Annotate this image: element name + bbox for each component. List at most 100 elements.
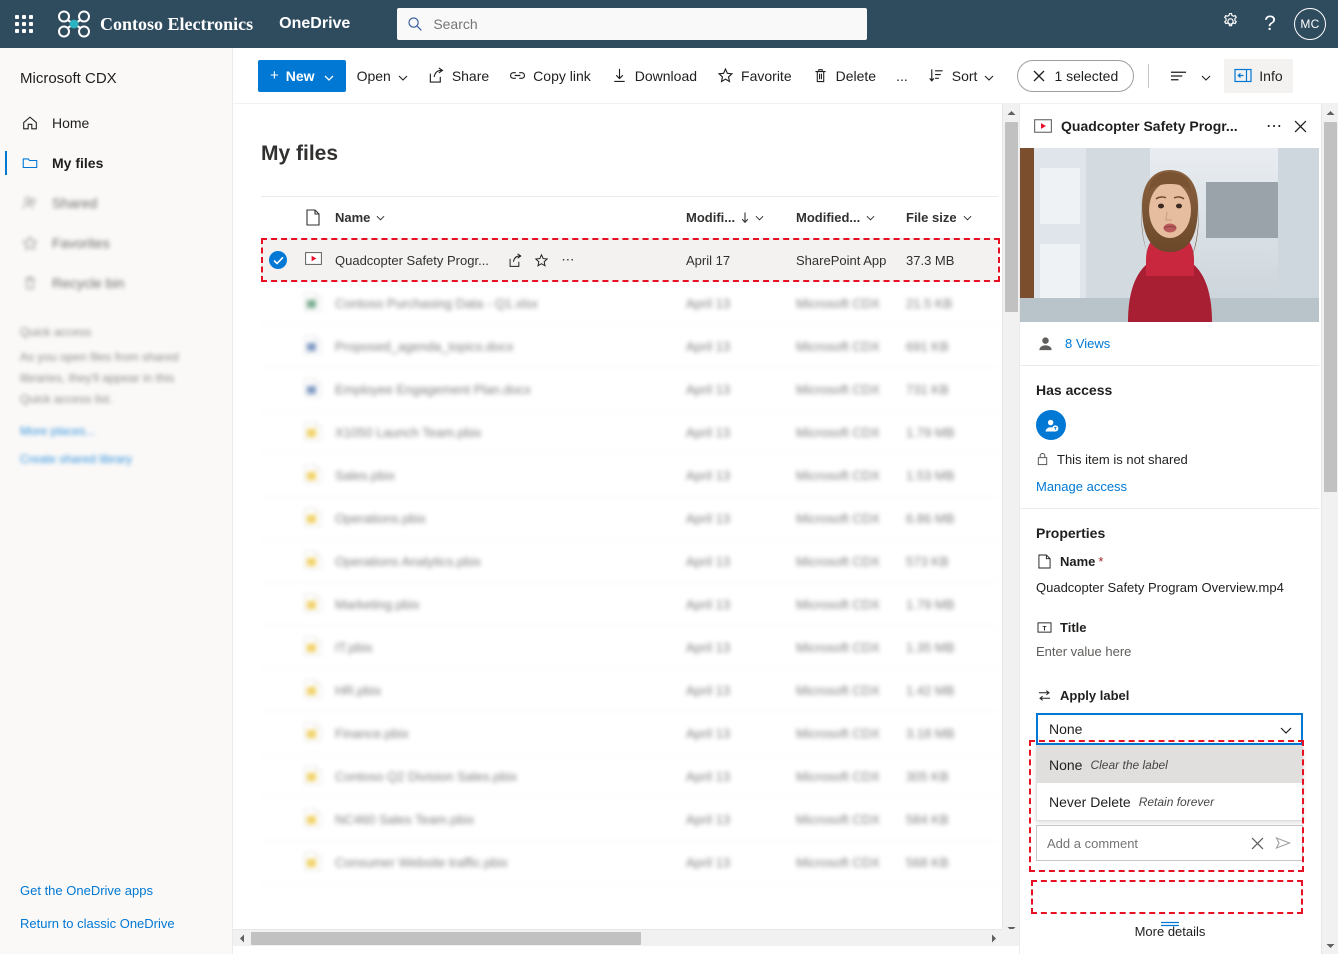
file-list-scrollbar[interactable]: [1002, 104, 1019, 937]
avatar[interactable]: MC: [1294, 8, 1326, 40]
sidebar-title: Microsoft CDX: [0, 48, 232, 103]
file-list-scroll-thumb[interactable]: [1005, 122, 1018, 312]
table-row[interactable]: Consumer Website traffic.pbixApril 13Mic…: [261, 841, 998, 884]
delete-button[interactable]: Delete: [803, 56, 885, 96]
file-name-cell[interactable]: Operations Analytics.pbix: [335, 554, 686, 569]
file-name-cell[interactable]: HR.pbix: [335, 683, 686, 698]
table-row[interactable]: X1050 Launch Team.pbixApril 13Microsoft …: [261, 411, 998, 454]
file-name-cell[interactable]: Contoso Q2 Division Sales.pbix: [335, 769, 686, 784]
sidebar-item-label: My files: [52, 155, 103, 171]
info-panel-button[interactable]: Info: [1224, 59, 1292, 93]
search-box[interactable]: [397, 8, 867, 40]
star-icon[interactable]: [529, 253, 555, 268]
chevron-down-icon: [376, 215, 385, 221]
file-name-cell[interactable]: IT.pbix: [335, 640, 686, 655]
more-details-label[interactable]: More details: [1135, 924, 1206, 939]
more-details-section[interactable]: More details: [1020, 898, 1319, 954]
comment-input[interactable]: [1047, 836, 1244, 851]
help-button[interactable]: ?: [1250, 0, 1290, 48]
table-row[interactable]: Finance.pbixApril 13Microsoft CDX3.18 MB: [261, 712, 998, 755]
create-shared-library-link[interactable]: Create shared library: [0, 438, 232, 466]
scroll-up-arrow[interactable]: [1003, 104, 1020, 121]
table-row[interactable]: Marketing.pbixApril 13Microsoft CDX1.79 …: [261, 583, 998, 626]
file-modified-cell: April 13: [686, 425, 796, 440]
table-row[interactable]: IT.pbixApril 13Microsoft CDX1.35 MB: [261, 626, 998, 669]
details-overflow-button[interactable]: ⋯: [1261, 111, 1287, 141]
resize-grip-icon[interactable]: [1159, 914, 1181, 920]
download-button[interactable]: Download: [602, 56, 706, 96]
table-row[interactable]: NC460 Sales Team.pbixApril 13Microsoft C…: [261, 798, 998, 841]
table-row[interactable]: Operations.pbixApril 13Microsoft CDX6.86…: [261, 497, 998, 540]
new-button[interactable]: + New: [258, 60, 346, 92]
send-comment-button[interactable]: [1270, 836, 1296, 850]
table-row[interactable]: Contoso Q2 Division Sales.pbixApril 13Mi…: [261, 755, 998, 798]
table-row[interactable]: HR.pbixApril 13Microsoft CDX1.42 MB: [261, 669, 998, 712]
file-name-cell[interactable]: Proposed_agenda_topics.docx: [335, 339, 686, 354]
file-list-h-scroll-thumb[interactable]: [251, 932, 641, 945]
file-name-cell[interactable]: Operations.pbix: [335, 511, 686, 526]
file-name-cell[interactable]: Consumer Website traffic.pbix: [335, 855, 686, 870]
get-onedrive-apps-link[interactable]: Get the OneDrive apps: [0, 874, 233, 907]
table-row[interactable]: Quadcopter Safety Progr... ⋯ April 17 Sh…: [261, 239, 998, 282]
row-checkbox[interactable]: [261, 251, 291, 269]
table-row[interactable]: Sales.pbixApril 13Microsoft CDX1.53 MB: [261, 454, 998, 497]
file-name-cell[interactable]: Quadcopter Safety Progr... ⋯: [335, 252, 686, 268]
scroll-right-arrow[interactable]: [985, 930, 1002, 947]
apply-label-option-never-delete[interactable]: Never Delete Retain forever: [1037, 783, 1302, 820]
property-title-placeholder[interactable]: Enter value here: [1036, 644, 1303, 659]
table-row[interactable]: Proposed_agenda_topics.docxApril 13Micro…: [261, 325, 998, 368]
column-header-name[interactable]: Name: [335, 210, 686, 225]
close-details-button[interactable]: [1287, 111, 1313, 141]
favorite-button[interactable]: Favorite: [708, 56, 801, 96]
column-header-file-size[interactable]: File size: [906, 210, 998, 225]
app-launcher-button[interactable]: [0, 0, 48, 48]
copy-link-button[interactable]: Copy link: [500, 56, 600, 96]
sort-button[interactable]: Sort: [919, 56, 1004, 96]
sidebar-item-favorites[interactable]: Favorites: [0, 223, 232, 263]
return-to-classic-link[interactable]: Return to classic OneDrive: [0, 907, 233, 940]
share-icon[interactable]: [503, 253, 529, 268]
file-name-cell[interactable]: X1050 Launch Team.pbix: [335, 425, 686, 440]
column-header-modified[interactable]: Modifi...: [686, 210, 796, 225]
open-button[interactable]: Open: [348, 56, 417, 96]
scroll-up-arrow[interactable]: [1322, 104, 1338, 121]
sidebar-item-recycle-bin[interactable]: Recycle bin: [0, 263, 232, 303]
clear-comment-button[interactable]: [1244, 837, 1270, 850]
sidebar-item-home[interactable]: Home: [0, 103, 232, 143]
search-input[interactable]: [433, 16, 843, 32]
access-avatar[interactable]: [1036, 410, 1066, 440]
sidebar-item-shared[interactable]: Shared: [0, 183, 232, 223]
more-places-link[interactable]: More places...: [0, 410, 232, 438]
manage-access-link[interactable]: Manage access: [1036, 479, 1303, 494]
scroll-left-arrow[interactable]: [233, 930, 250, 947]
settings-button[interactable]: [1210, 0, 1250, 48]
table-row[interactable]: Operations Analytics.pbixApril 13Microso…: [261, 540, 998, 583]
file-name-cell[interactable]: Sales.pbix: [335, 468, 686, 483]
file-type-column[interactable]: [291, 209, 335, 226]
view-options-button[interactable]: [1161, 56, 1220, 96]
table-row[interactable]: Employee Engagement Plan.docxApril 13Mic…: [261, 368, 998, 411]
comment-input-container[interactable]: [1036, 825, 1303, 861]
apply-label-option-none[interactable]: None Clear the label: [1037, 746, 1302, 783]
overflow-menu-button[interactable]: ...: [887, 56, 917, 96]
details-scroll-thumb[interactable]: [1324, 122, 1337, 492]
file-name-cell[interactable]: Finance.pbix: [335, 726, 686, 741]
details-panel-scrollbar[interactable]: [1321, 104, 1338, 954]
sidebar-item-my-files[interactable]: My files: [0, 143, 232, 183]
column-header-modified-by[interactable]: Modified...: [796, 210, 906, 225]
scroll-down-arrow[interactable]: [1322, 937, 1338, 954]
file-name-cell[interactable]: Marketing.pbix: [335, 597, 686, 612]
video-thumbnail[interactable]: [1020, 148, 1319, 322]
views-count-label[interactable]: 8 Views: [1065, 336, 1110, 351]
apply-label-dropdown[interactable]: None: [1036, 713, 1303, 745]
file-list-horizontal-scrollbar[interactable]: [233, 929, 1002, 946]
property-name-value[interactable]: Quadcopter Safety Program Overview.mp4: [1036, 578, 1303, 597]
share-button[interactable]: Share: [419, 56, 498, 96]
info-panel-icon: [1234, 68, 1252, 83]
file-name-cell[interactable]: Contoso Purchasing Data - Q1.xlsx: [335, 296, 686, 311]
ellipsis-icon[interactable]: ⋯: [555, 252, 581, 268]
selection-count-pill[interactable]: 1 selected: [1017, 60, 1134, 92]
file-name-cell[interactable]: Employee Engagement Plan.docx: [335, 382, 686, 397]
file-name-cell[interactable]: NC460 Sales Team.pbix: [335, 812, 686, 827]
table-row[interactable]: Contoso Purchasing Data - Q1.xlsxApril 1…: [261, 282, 998, 325]
